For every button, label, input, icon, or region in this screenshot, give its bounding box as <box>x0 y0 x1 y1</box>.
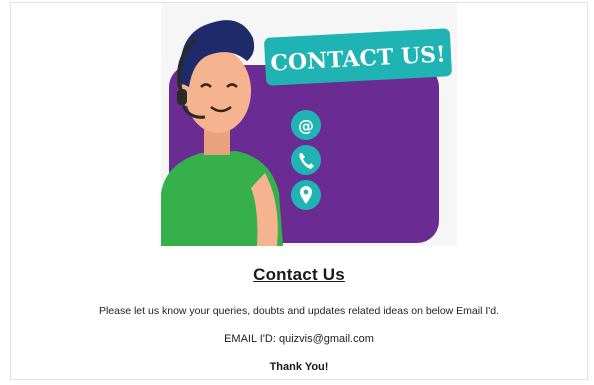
contact-description: Please let us know your queries, doubts … <box>98 305 500 317</box>
contact-banner: CONTACT US! <box>264 28 452 86</box>
at-icon: @ <box>291 110 321 140</box>
email-address-link[interactable]: quizvis@gmail.com <box>279 333 374 345</box>
location-pin-icon <box>291 180 321 210</box>
email-label: EMAIL I'D: <box>224 333 276 345</box>
contact-illustration: CONTACT US! @ <box>161 3 457 246</box>
thank-you-text: Thank You! <box>269 361 329 373</box>
contact-card: CONTACT US! @ Contact Us Please let us k… <box>10 2 588 380</box>
contact-illustration-svg: CONTACT US! @ <box>161 20 452 246</box>
email-line: EMAIL I'D: quizvis@gmail.com <box>11 333 587 345</box>
svg-text:@: @ <box>298 116 314 135</box>
page-title: Contact Us <box>253 265 345 284</box>
phone-icon <box>291 145 321 175</box>
